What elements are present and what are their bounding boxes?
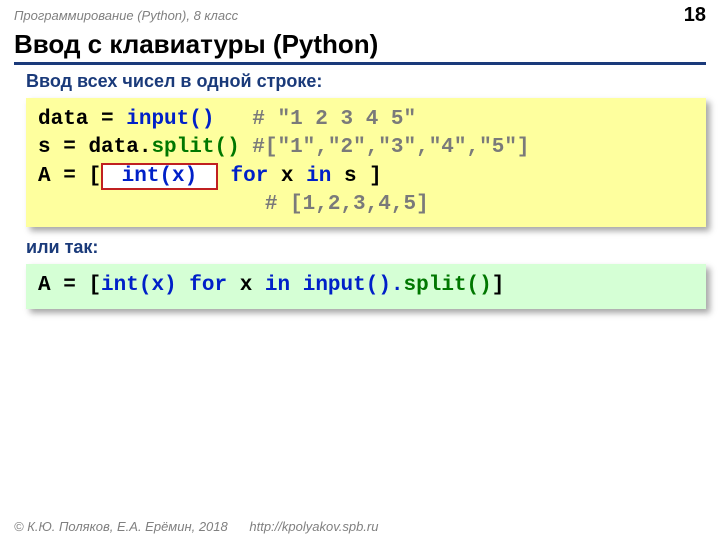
code-comment: #["1","2","3","4","5"]: [240, 136, 530, 159]
highlighted-token: int(x): [101, 163, 218, 190]
page-title: Ввод с клавиатуры (Python): [14, 29, 706, 65]
code-token: split(): [404, 274, 492, 297]
code-token: =: [63, 274, 76, 297]
footer: © К.Ю. Поляков, Е.А. Ерёмин, 2018 http:/…: [14, 519, 378, 534]
footer-url: http://kpolyakov.spb.ru: [249, 519, 378, 534]
code-token: A: [38, 165, 51, 188]
code-token: input(): [126, 108, 252, 131]
code-token: A: [38, 274, 51, 297]
code-token: ]: [492, 274, 505, 297]
code-comment: # "1 2 3 4 5": [252, 108, 416, 131]
code-block-1: data = input() # "1 2 3 4 5" s = data.sp…: [26, 98, 706, 227]
page-number: 18: [684, 4, 706, 27]
code-token: [: [88, 165, 101, 188]
code-token: s: [38, 136, 51, 159]
code-token: x: [281, 165, 306, 188]
code-token: s ]: [344, 165, 382, 188]
code-token: x: [240, 274, 265, 297]
code-token: in: [265, 274, 303, 297]
section-label-2: или так:: [26, 237, 706, 258]
code-token: for: [230, 165, 280, 188]
code-block-2: A = [int(x) for x in input().split()]: [26, 264, 706, 308]
code-token: split(): [151, 136, 239, 159]
code-token: in: [306, 165, 344, 188]
code-token: for: [189, 274, 239, 297]
code-token: =: [63, 136, 76, 159]
code-comment: # [1,2,3,4,5]: [265, 193, 429, 216]
section-label-1: Ввод всех чисел в одной строке:: [26, 71, 706, 92]
code-token: data.: [88, 136, 151, 159]
copyright: © К.Ю. Поляков, Е.А. Ерёмин, 2018: [14, 519, 228, 534]
code-token: [: [88, 274, 101, 297]
code-token: =: [63, 165, 76, 188]
code-token: data: [38, 108, 88, 131]
course-label: Программирование (Python), 8 класс: [14, 8, 238, 23]
code-token: input().: [303, 274, 404, 297]
header: Программирование (Python), 8 класс 18: [0, 0, 720, 29]
code-pad: [38, 193, 265, 216]
code-token: int(x): [109, 165, 210, 188]
code-token: int(x): [101, 274, 189, 297]
code-token: =: [101, 108, 114, 131]
